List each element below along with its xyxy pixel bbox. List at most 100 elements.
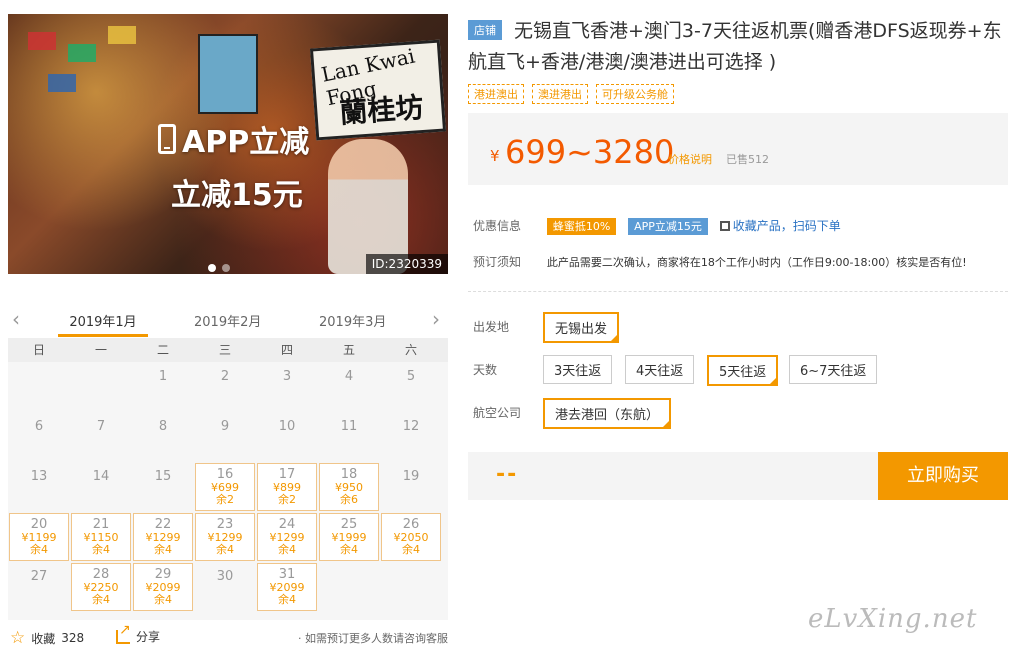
- day-number: 6: [34, 419, 44, 434]
- calendar-grid: 日 一 二 三 四 五 六 1 2 3 4 5 6 7 8 9 10 11 12 13 14 15 16 ¥69…: [8, 338, 448, 620]
- day-number: 28: [92, 567, 110, 582]
- promo-row: 优惠信息 蜂蜜抵10% APP立减15元 收藏产品，扫码下单: [473, 217, 841, 235]
- qr-order-text: 收藏产品，扫码下单: [732, 219, 841, 233]
- calendar-day-available[interactable]: 22 ¥1299 余4: [133, 513, 193, 561]
- buy-now-button[interactable]: 立即购买: [878, 452, 1008, 500]
- sold-count: 已售512: [726, 153, 769, 166]
- day-number: 18: [340, 467, 358, 482]
- day-remaining: 余4: [92, 543, 110, 556]
- days-option[interactable]: 4天往返: [625, 355, 695, 384]
- day-number: 25: [340, 517, 358, 532]
- calendar-day: 1: [132, 362, 194, 412]
- share-icon: [116, 622, 131, 644]
- app-discount-badge: APP立减: [158, 117, 309, 161]
- day-number: 12: [402, 419, 420, 434]
- street-sign: Lan Kwai Fong 蘭桂坊: [309, 39, 447, 141]
- depart-option[interactable]: 无锡出发: [543, 312, 620, 343]
- calendar-day-available[interactable]: 18 ¥950 余6: [319, 463, 379, 511]
- favorite-count: 328: [61, 631, 85, 645]
- weekday-label: 一: [94, 343, 107, 357]
- calendar-day-available[interactable]: 21 ¥1150 余4: [71, 513, 131, 561]
- day-remaining: 余4: [340, 543, 358, 556]
- calendar-day: [70, 362, 132, 412]
- day-number: 11: [340, 419, 358, 434]
- flag-decoration: [68, 44, 96, 62]
- calendar-day-available[interactable]: 29 ¥2099 余4: [133, 563, 193, 611]
- day-number: 23: [216, 517, 234, 532]
- month-tab[interactable]: 2019年2月: [194, 311, 261, 330]
- weekday-label: 六: [404, 343, 417, 357]
- app-discount-line1: APP立减: [182, 125, 310, 160]
- days-option[interactable]: 5天往返: [707, 355, 779, 386]
- calendar-day-available[interactable]: 25 ¥1999 余4: [319, 513, 379, 561]
- day-remaining: 余4: [278, 593, 296, 606]
- month-tab[interactable]: 2019年1月: [58, 311, 148, 337]
- sign-zh-text: 蘭桂坊: [338, 90, 425, 130]
- calendar-day: 9: [194, 412, 256, 462]
- calendar-day: 11: [318, 412, 380, 462]
- poster-decoration: [198, 34, 258, 114]
- calendar-day-available[interactable]: 17 ¥899 余2: [257, 463, 317, 511]
- share-button[interactable]: 分享: [116, 622, 160, 645]
- product-tag: 澳进港出: [532, 84, 588, 104]
- day-number: 31: [278, 567, 296, 582]
- day-number: 19: [402, 469, 420, 484]
- chevron-left-icon[interactable]: ‹: [12, 307, 20, 331]
- calendar-day-available[interactable]: 28 ¥2250 余4: [71, 563, 131, 611]
- action-footer: ☆ 收藏 328 分享 · 如需预订更多人数请咨询客服: [8, 622, 448, 650]
- day-number: 8: [158, 419, 168, 434]
- day-number: 2: [220, 369, 230, 384]
- calendar-day: [8, 362, 70, 412]
- calendar-day: 7: [70, 412, 132, 462]
- day-number: 13: [30, 469, 48, 484]
- day-number: 22: [154, 517, 172, 532]
- day-number: 9: [220, 419, 230, 434]
- depart-label: 出发地: [473, 320, 510, 334]
- calendar-day-available[interactable]: 24 ¥1299 余4: [257, 513, 317, 561]
- days-option[interactable]: 6~7天往返: [789, 355, 878, 384]
- weekday-label: 三: [218, 343, 231, 357]
- month-tab[interactable]: 2019年3月: [319, 311, 386, 330]
- flag-decoration: [28, 32, 56, 50]
- product-id-tag: ID:2320339: [365, 254, 448, 274]
- calendar-day: 10: [256, 412, 318, 462]
- promo-label: 优惠信息: [473, 219, 522, 233]
- calendar-day-available[interactable]: 31 ¥2099 余4: [257, 563, 317, 611]
- day-remaining: 余4: [216, 543, 234, 556]
- calendar-day: 2: [194, 362, 256, 412]
- calendar-day-available[interactable]: 26 ¥2050 余4: [381, 513, 441, 561]
- day-remaining: 余6: [340, 493, 358, 506]
- flag-decoration: [108, 26, 136, 44]
- shop-badge[interactable]: 店铺: [468, 20, 502, 40]
- calendar-day-available[interactable]: 20 ¥1199 余4: [9, 513, 69, 561]
- calendar-day: 27: [8, 562, 70, 612]
- favorite-button[interactable]: ☆ 收藏 328: [10, 628, 84, 648]
- carousel-dot[interactable]: [208, 264, 216, 272]
- day-number: 7: [96, 419, 106, 434]
- calendar-day: 15: [132, 462, 194, 512]
- day-remaining: 余4: [30, 543, 48, 556]
- days-option[interactable]: 3天往返: [543, 355, 613, 384]
- day-remaining: 余4: [154, 543, 172, 556]
- product-title: 无锡直飞香港+澳门3-7天往返机票(赠香港DFS返现券+东航直飞+香港/港澳/澳…: [468, 20, 1002, 73]
- product-tag: 可升级公务舱: [596, 84, 674, 104]
- calendar-day-available[interactable]: 23 ¥1299 余4: [195, 513, 255, 561]
- day-number: 21: [92, 517, 110, 532]
- calendar-days: 1 2 3 4 5 6 7 8 9 10 11 12 13 14 15 16 ¥699 余2 17 ¥899 余2 18 ¥…: [8, 362, 448, 612]
- airline-option[interactable]: 港去港回（东航）: [543, 398, 672, 429]
- product-hero-image[interactable]: Lan Kwai Fong 蘭桂坊 APP立减 立减15元 ID:2320339: [8, 14, 448, 274]
- calendar-day-available[interactable]: 16 ¥699 余2: [195, 463, 255, 511]
- day-remaining: 余4: [278, 543, 296, 556]
- day-remaining: 余2: [216, 493, 234, 506]
- calendar-day: 14: [70, 462, 132, 512]
- carousel-dot[interactable]: [222, 264, 230, 272]
- qr-order-link[interactable]: 收藏产品，扫码下单: [719, 219, 841, 233]
- calendar-day: 12: [380, 412, 442, 462]
- selection-placeholder: --: [496, 462, 519, 487]
- price-note-link[interactable]: 价格说明: [668, 151, 712, 167]
- section-divider: [468, 291, 1008, 292]
- chevron-right-icon[interactable]: ›: [432, 307, 440, 331]
- price-currency: ¥: [490, 147, 500, 165]
- consult-note[interactable]: · 如需预订更多人数请咨询客服: [298, 630, 448, 646]
- day-number: 20: [30, 517, 48, 532]
